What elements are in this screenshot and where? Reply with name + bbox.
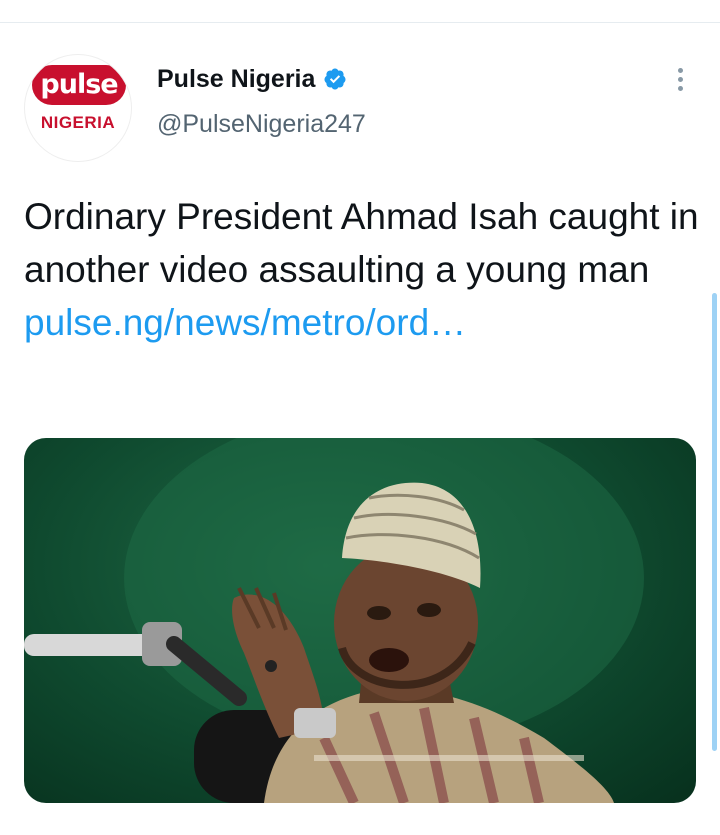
photo-illustration [24, 438, 644, 803]
more-options-icon[interactable] [668, 64, 692, 98]
scrollbar[interactable] [712, 293, 717, 751]
tweet-text: Ordinary President Ahmad Isah caught in … [24, 190, 704, 349]
verified-badge-icon [324, 68, 346, 90]
author-avatar[interactable]: pulse NIGERIA [24, 54, 132, 162]
pulse-logo-icon: pulse [32, 65, 126, 105]
top-divider [0, 22, 720, 23]
author-handle[interactable]: @PulseNigeria247 [157, 110, 366, 139]
pulse-logo-subtext: NIGERIA [40, 113, 116, 132]
tweet-media-image[interactable] [24, 438, 696, 803]
tweet-body: Ordinary President Ahmad Isah caught in … [24, 196, 699, 290]
tweet-link[interactable]: pulse.ng/news/​metro/ord… [24, 302, 466, 343]
author-display-name[interactable]: Pulse Nigeria [157, 65, 315, 94]
author-name-row[interactable]: Pulse Nigeria [157, 62, 347, 96]
